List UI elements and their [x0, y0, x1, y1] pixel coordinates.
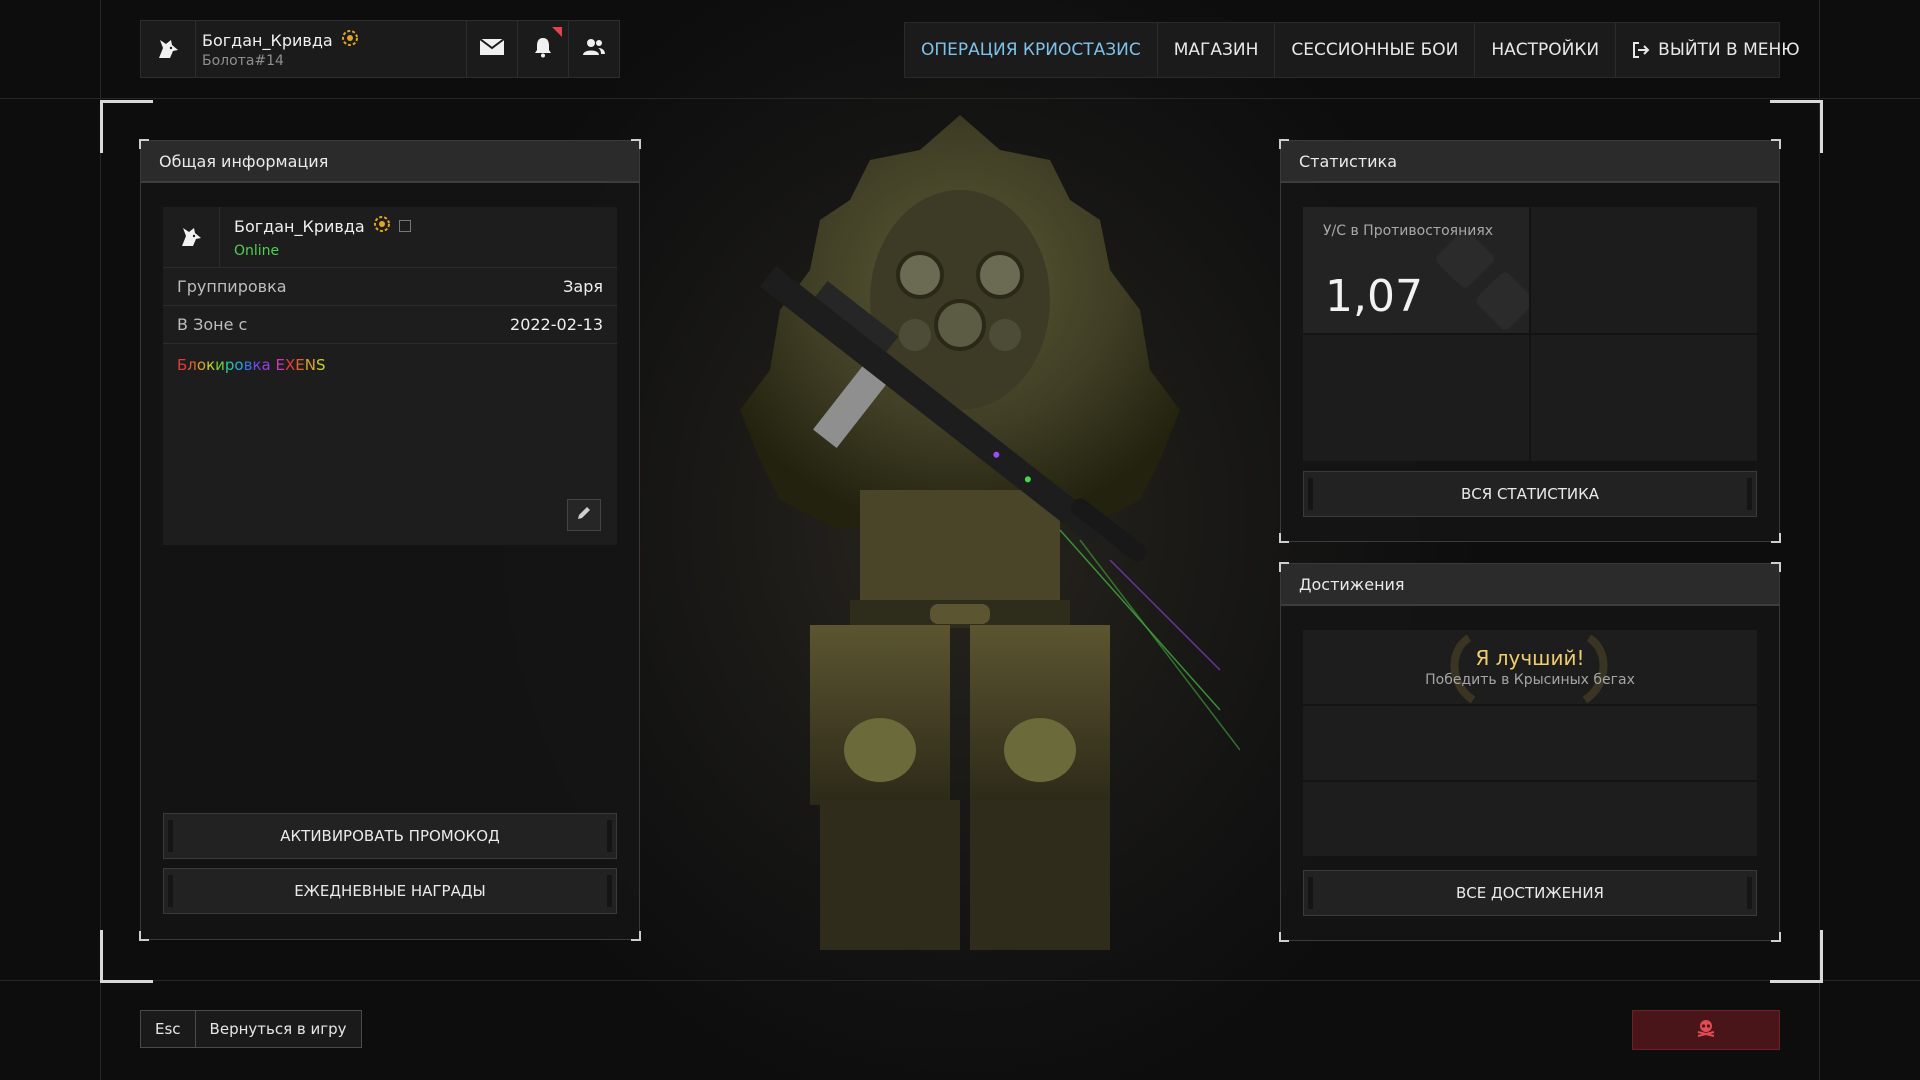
pencil-icon [576, 505, 592, 525]
nav-exit-to-menu[interactable]: ВЫЙТИ В МЕНЮ [1616, 23, 1816, 77]
profile-info: Богдан_Кривда Online [220, 215, 411, 259]
wolf-avatar-icon [163, 207, 220, 267]
stat-kd-cell: У/С в Противостояниях 1,07 [1303, 207, 1529, 333]
clan-text: Блокировка EXENS [163, 344, 617, 386]
mail-icon [479, 37, 505, 61]
rank-badge-icon [341, 29, 359, 51]
activate-promo-button[interactable]: АКТИВИРОВАТЬ ПРОМОКОД [163, 813, 617, 859]
achievements-list: Я лучший! Победить в Крысиных бегах [1303, 630, 1757, 858]
profile-card: Богдан_Кривда Online Группировка Заря В … [163, 207, 617, 545]
mail-button[interactable] [466, 21, 517, 77]
nav-exit-label: ВЫЙТИ В МЕНЮ [1658, 40, 1800, 60]
edit-button[interactable] [567, 499, 601, 531]
player-name-row: Богдан_Кривда [202, 29, 466, 51]
back-to-game[interactable]: Esc Вернуться в игру [140, 1010, 362, 1048]
kd-value: 1,07 [1325, 271, 1423, 322]
exit-icon [1632, 41, 1650, 59]
player-info: Богдан_Кривда Болота#14 [195, 21, 466, 77]
info-row-faction: Группировка Заря [163, 268, 617, 306]
all-stats-button[interactable]: ВСЯ СТАТИСТИКА [1303, 471, 1757, 517]
zone-since-value: 2022-02-13 [510, 315, 603, 334]
copy-icon[interactable] [398, 220, 411, 232]
friends-button[interactable] [568, 21, 619, 77]
stat-empty-cell [1531, 335, 1757, 461]
frame-line [100, 0, 101, 1080]
faction-value: Заря [563, 277, 603, 296]
frame-line [0, 98, 1920, 99]
profile-name-row: Богдан_Кривда [234, 215, 411, 237]
nav-operation[interactable]: ОПЕРАЦИЯ КРИОСТАЗИС [905, 23, 1158, 77]
statistics-panel: Статистика У/С в Противостояниях 1,07 ВС… [1279, 139, 1781, 543]
profile-header: Богдан_Кривда Online [163, 207, 617, 268]
zone-since-label: В Зоне с [177, 315, 248, 334]
general-info-panel: Общая информация Богдан_Кривда Online Гр… [139, 139, 641, 941]
danger-button[interactable] [1632, 1010, 1780, 1050]
achievement-empty [1303, 706, 1757, 780]
clan-name-rainbow: Блокировка EXENS [177, 356, 326, 374]
wolf-avatar-icon[interactable] [141, 21, 195, 77]
stat-empty-cell [1303, 335, 1529, 461]
player-bar: Богдан_Кривда Болота#14 [140, 20, 620, 78]
nav-session-battles[interactable]: СЕССИОННЫЕ БОИ [1275, 23, 1476, 77]
daily-rewards-button[interactable]: ЕЖЕДНЕВНЫЕ НАГРАДЫ [163, 868, 617, 914]
bell-icon [533, 36, 553, 62]
frame-line [1819, 0, 1820, 1080]
all-achievements-button[interactable]: ВСЕ ДОСТИЖЕНИЯ [1303, 870, 1757, 916]
notifications-button[interactable] [517, 21, 568, 77]
kd-label: У/С в Противостояниях [1323, 223, 1494, 239]
achievements-panel: Достижения Я лучший! Победить в Крысиных… [1279, 562, 1781, 942]
skull-icon [1695, 1018, 1717, 1042]
notification-indicator [552, 27, 562, 37]
achievement-item[interactable]: Я лучший! Победить в Крысиных бегах [1303, 630, 1757, 704]
online-status: Online [234, 243, 280, 259]
top-navigation: ОПЕРАЦИЯ КРИОСТАЗИС МАГАЗИН СЕССИОННЫЕ Б… [904, 22, 1800, 78]
nav-shop[interactable]: МАГАЗИН [1158, 23, 1276, 77]
rank-badge-icon [373, 215, 391, 237]
nav-settings[interactable]: НАСТРОЙКИ [1475, 23, 1617, 77]
faction-label: Группировка [177, 277, 287, 296]
friends-icon [582, 37, 606, 61]
character-model [680, 110, 1241, 970]
profile-name: Богдан_Кривда [234, 216, 365, 236]
decor-diamond [1473, 269, 1529, 333]
info-row-zone-since: В Зоне с 2022-02-13 [163, 306, 617, 344]
stat-empty-cell [1531, 207, 1757, 333]
achievement-title: Я лучший! [1475, 646, 1585, 670]
frame-line [0, 980, 1920, 981]
achievements-title: Достижения [1281, 564, 1779, 606]
player-tag: Болота#14 [202, 53, 284, 69]
player-name: Богдан_Кривда [202, 30, 333, 50]
general-info-title: Общая информация [141, 141, 639, 183]
achievement-empty [1303, 782, 1757, 856]
achievement-desc: Победить в Крысиных бегах [1425, 672, 1635, 688]
stat-grid: У/С в Противостояниях 1,07 [1303, 207, 1757, 461]
esc-key[interactable]: Esc [141, 1011, 196, 1047]
back-to-game-label[interactable]: Вернуться в игру [196, 1011, 361, 1047]
statistics-title: Статистика [1281, 141, 1779, 183]
